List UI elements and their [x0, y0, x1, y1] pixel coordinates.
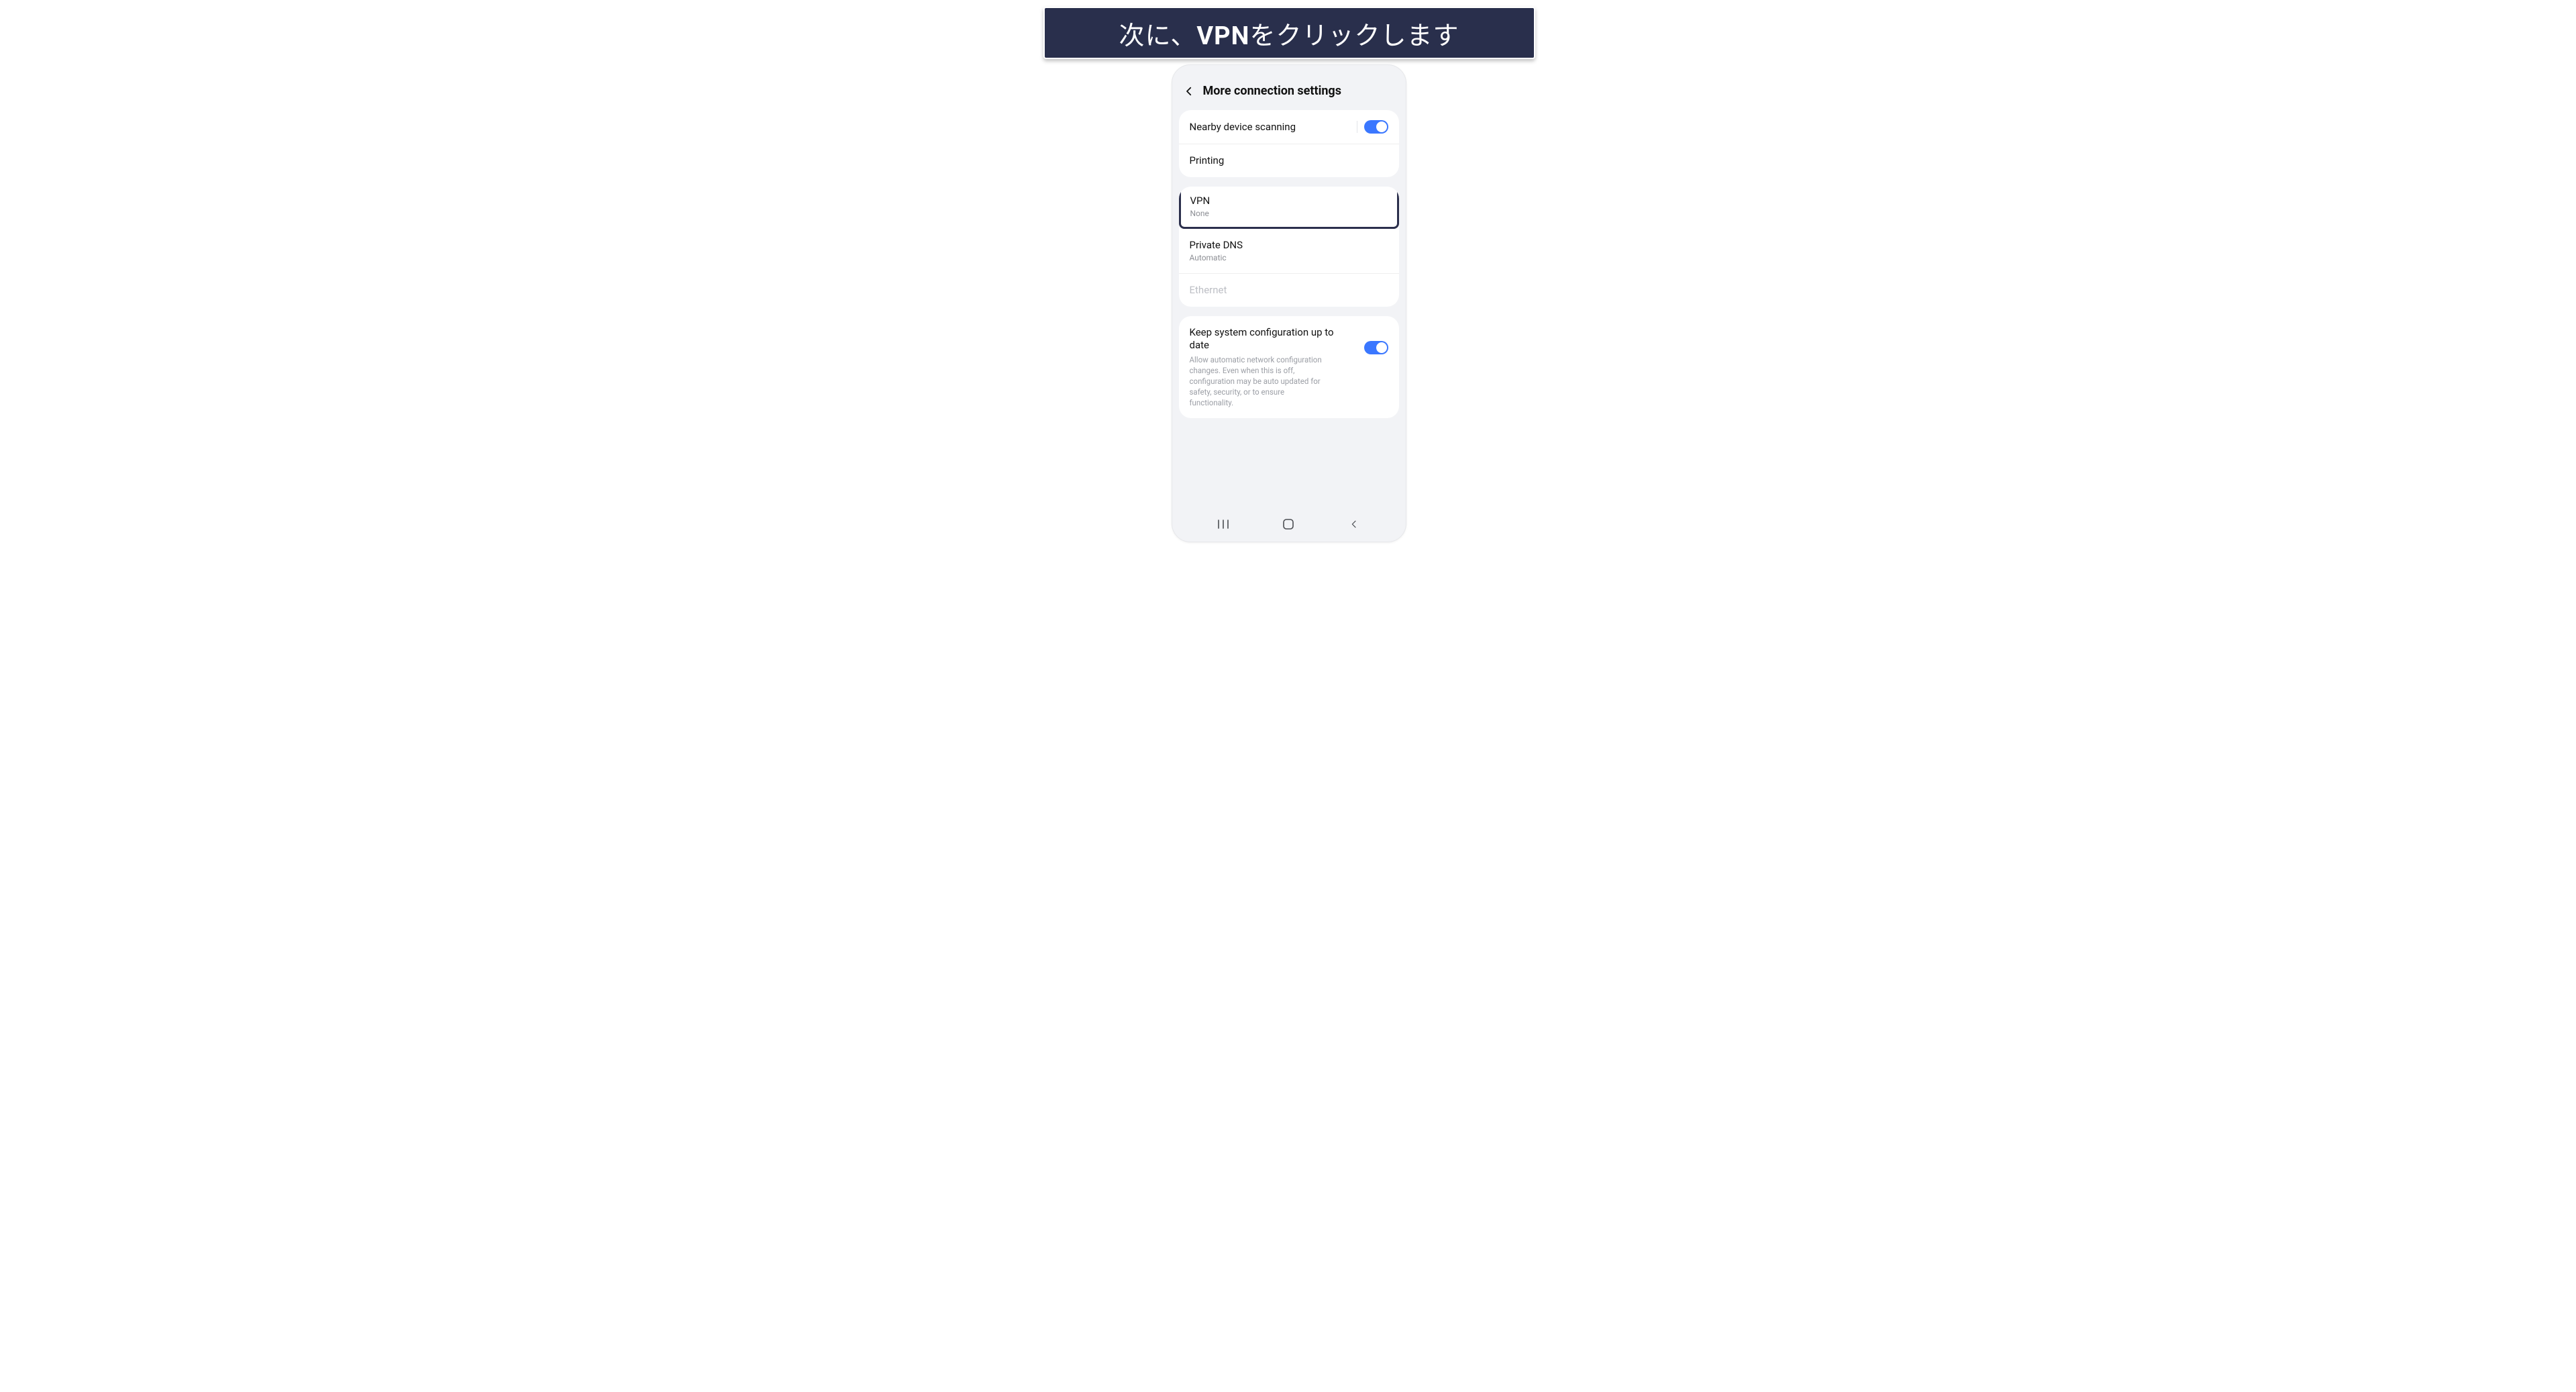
instruction-prefix: 次に、 — [1119, 21, 1196, 51]
vpn-highlight-box: VPN None — [1179, 187, 1399, 229]
nav-home-button[interactable] — [1268, 518, 1308, 530]
instruction-text: 次に、VPNをクリックします — [1119, 15, 1459, 52]
private-dns-label: Private DNS — [1190, 239, 1243, 252]
android-nav-bar — [1172, 509, 1406, 542]
page-title: More connection settings — [1203, 84, 1341, 98]
keep-system-desc: Allow automatic network configuration ch… — [1190, 354, 1331, 408]
settings-group-3: Keep system configuration up to date All… — [1179, 316, 1399, 418]
phone-frame: More connection settings Nearby device s… — [1172, 64, 1406, 542]
row-private-dns[interactable]: Private DNS Automatic — [1179, 229, 1399, 273]
row-vpn[interactable]: VPN None — [1181, 187, 1397, 227]
keep-system-toggle[interactable] — [1364, 341, 1388, 354]
instruction-suffix: をクリックします — [1250, 21, 1459, 51]
instruction-banner: 次に、VPNをクリックします — [1043, 7, 1535, 59]
row-keep-system-config[interactable]: Keep system configuration up to date All… — [1179, 316, 1399, 418]
vpn-label: VPN — [1190, 195, 1210, 207]
row-nearby-device-scanning[interactable]: Nearby device scanning — [1179, 110, 1399, 144]
nav-back-button[interactable] — [1334, 519, 1374, 530]
nav-recents-button[interactable] — [1203, 519, 1243, 530]
screen-header: More connection settings — [1179, 72, 1399, 110]
row-printing[interactable]: Printing — [1179, 144, 1399, 177]
nearby-label: Nearby device scanning — [1190, 121, 1296, 134]
ethernet-label: Ethernet — [1190, 284, 1227, 297]
printing-label: Printing — [1190, 154, 1225, 167]
private-dns-sub: Automatic — [1190, 253, 1243, 264]
back-icon[interactable] — [1183, 85, 1195, 97]
nearby-toggle[interactable] — [1364, 120, 1388, 134]
vpn-sub: None — [1190, 209, 1210, 219]
settings-group-2: VPN None Private DNS Automatic Ethernet — [1179, 187, 1399, 307]
keep-system-label: Keep system configuration up to date — [1190, 326, 1355, 352]
settings-group-1: Nearby device scanning Printing — [1179, 110, 1399, 177]
row-ethernet: Ethernet — [1179, 273, 1399, 307]
instruction-bold: VPN — [1196, 21, 1249, 51]
